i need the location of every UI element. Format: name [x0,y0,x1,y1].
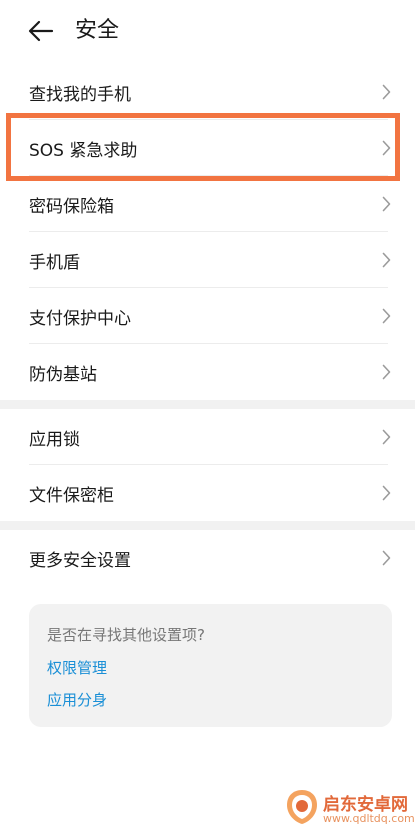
suggestion-question: 是否在寻找其他设置项? [47,626,205,644]
settings-item-more-security[interactable]: 更多安全设置 [0,530,415,586]
link-app-twin[interactable]: 应用分身 [47,689,107,710]
chevron-right-icon [382,429,391,445]
security-group-main: 查找我的手机 SOS 紧急求助 密码保险箱 手机盾 支付保护中心 防伪基站 [0,64,415,400]
chevron-right-icon [382,252,391,268]
settings-item-label: 文件保密柜 [29,485,114,506]
security-group-privacy: 应用锁 文件保密柜 [0,409,415,521]
settings-item-find-my-phone[interactable]: 查找我的手机 [0,64,415,120]
section-separator [0,400,415,409]
back-arrow-icon[interactable] [28,18,54,44]
security-group-more: 更多安全设置 [0,530,415,586]
settings-item-app-lock[interactable]: 应用锁 [0,409,415,465]
settings-item-phone-shield[interactable]: 手机盾 [0,232,415,288]
link-permission-management[interactable]: 权限管理 [47,657,107,678]
settings-item-anti-fake-base-station[interactable]: 防伪基站 [0,344,415,400]
suggestion-card: 是否在寻找其他设置项? 权限管理 应用分身 [29,604,392,727]
settings-item-label: 查找我的手机 [29,84,131,105]
settings-item-label: 更多安全设置 [29,550,131,571]
chevron-right-icon [382,84,391,100]
chevron-right-icon [382,196,391,212]
chevron-right-icon [382,308,391,324]
settings-item-password-vault[interactable]: 密码保险箱 [0,176,415,232]
chevron-right-icon [382,140,391,156]
settings-item-label: 应用锁 [29,429,80,450]
chevron-right-icon [382,485,391,501]
settings-item-label: SOS 紧急求助 [29,140,138,161]
site-watermark: 启东安卓网 www.qdltdq.com [285,788,415,828]
settings-item-file-safe[interactable]: 文件保密柜 [0,465,415,521]
settings-item-payment-protection[interactable]: 支付保护中心 [0,288,415,344]
settings-item-sos-emergency[interactable]: SOS 紧急求助 [0,120,415,176]
page-title: 安全 [75,18,120,43]
settings-item-label: 支付保护中心 [29,308,131,329]
settings-item-label: 密码保险箱 [29,196,114,217]
title-bar: 安全 [0,0,415,64]
chevron-right-icon [382,364,391,380]
watermark-url: www.qdltdq.com [323,812,415,825]
chevron-right-icon [382,550,391,566]
section-separator [0,521,415,530]
watermark-logo-icon [287,790,317,824]
settings-item-label: 手机盾 [29,252,80,273]
settings-item-label: 防伪基站 [29,364,97,385]
